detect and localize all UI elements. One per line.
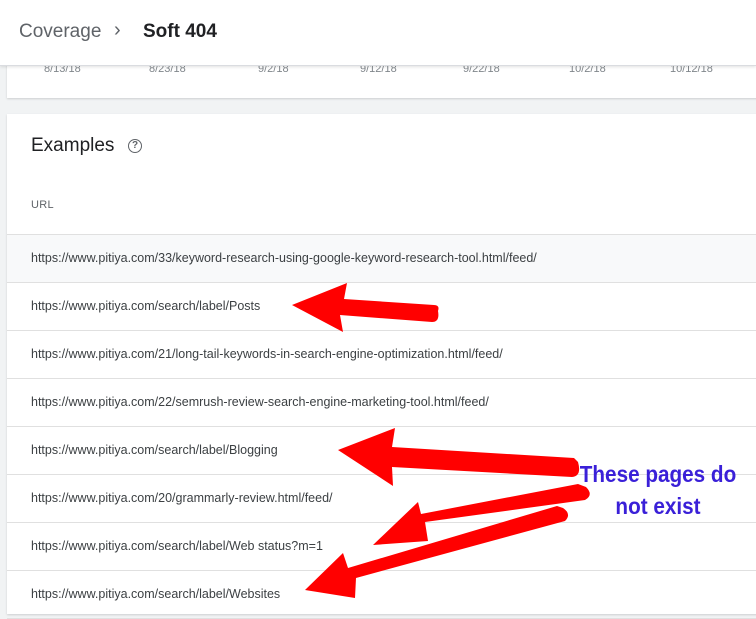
examples-heading: Examples xyxy=(31,135,115,156)
url-cell: https://www.pitiya.com/search/label/Post… xyxy=(31,299,261,313)
breadcrumb-coverage-link[interactable]: Coverage xyxy=(19,21,101,43)
help-icon[interactable]: ? xyxy=(128,139,142,153)
table-row[interactable]: https://www.pitiya.com/22/semrush-review… xyxy=(7,379,756,427)
url-column-header[interactable]: URL xyxy=(31,199,54,211)
annotation-line-1: These pages do xyxy=(579,461,737,487)
url-cell: https://www.pitiya.com/33/keyword-resear… xyxy=(31,251,537,265)
chevron-right-icon: › xyxy=(114,19,121,41)
top-bar: Coverage › Soft 404 xyxy=(0,0,756,66)
url-cell: https://www.pitiya.com/search/label/Blog… xyxy=(31,443,278,457)
annotation-line-2: not exist xyxy=(615,493,701,519)
url-cell: https://www.pitiya.com/search/label/Webs… xyxy=(31,587,281,601)
table-row[interactable]: https://www.pitiya.com/21/long-tail-keyw… xyxy=(7,331,756,379)
table-row[interactable]: https://www.pitiya.com/search/label/Web … xyxy=(7,523,756,571)
url-cell: https://www.pitiya.com/20/grammarly-revi… xyxy=(31,491,333,505)
url-cell: https://www.pitiya.com/22/semrush-review… xyxy=(31,395,489,409)
examples-table: https://www.pitiya.com/33/keyword-resear… xyxy=(7,234,756,619)
page-title: Soft 404 xyxy=(143,21,217,42)
table-row[interactable]: https://www.pitiya.com/33/keyword-resear… xyxy=(7,235,756,283)
table-row[interactable]: https://www.pitiya.com/search/label/Webs… xyxy=(7,571,756,619)
examples-card: Examples ? URL https://www.pitiya.com/33… xyxy=(7,114,756,619)
url-cell: https://www.pitiya.com/search/label/Web … xyxy=(31,539,323,553)
annotation-text: These pages do not exist xyxy=(568,458,748,522)
url-cell: https://www.pitiya.com/21/long-tail-keyw… xyxy=(31,347,503,361)
table-row[interactable]: https://www.pitiya.com/search/label/Post… xyxy=(7,283,756,331)
